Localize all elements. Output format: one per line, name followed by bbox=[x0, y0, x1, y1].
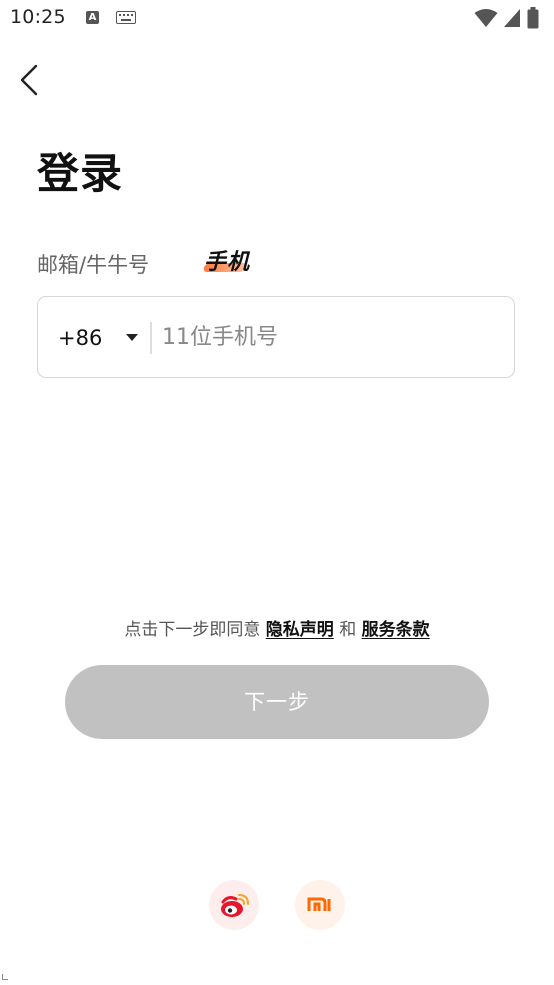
keyboard-icon bbox=[116, 11, 136, 24]
xiaomi-login-button[interactable] bbox=[295, 880, 345, 930]
status-time: 10:25 bbox=[10, 6, 66, 28]
tab-phone-label: 手机 bbox=[204, 250, 251, 275]
terms-link[interactable]: 服务条款 bbox=[362, 620, 430, 640]
xiaomi-icon bbox=[307, 897, 331, 911]
phone-input-box: +86 bbox=[37, 296, 515, 378]
weibo-icon bbox=[221, 894, 249, 917]
next-button[interactable]: 下一步 bbox=[65, 665, 489, 739]
page-title: 登录 bbox=[37, 149, 124, 198]
caret-down-icon[interactable] bbox=[126, 334, 138, 341]
a-letter-icon: A bbox=[86, 11, 99, 24]
privacy-link[interactable]: 隐私声明 bbox=[266, 620, 334, 640]
battery-icon bbox=[527, 7, 539, 29]
agreement-prefix: 点击下一步即同意 bbox=[124, 620, 261, 640]
status-bar: 10:25 A bbox=[0, 0, 554, 38]
back-button[interactable] bbox=[12, 60, 48, 100]
wifi-icon bbox=[474, 9, 498, 27]
weibo-login-button[interactable] bbox=[209, 880, 259, 930]
corner-mark bbox=[2, 974, 8, 980]
tab-email[interactable]: 邮箱/牛牛号 bbox=[37, 249, 149, 279]
phone-number-input[interactable] bbox=[162, 315, 492, 359]
country-code-selector[interactable]: +86 bbox=[58, 297, 102, 379]
agreement-connector: 和 bbox=[339, 620, 357, 640]
cell-signal-icon bbox=[504, 9, 520, 27]
tab-phone[interactable]: 手机 bbox=[202, 244, 251, 276]
agreement-text: 点击下一步即同意 隐私声明 和 服务条款 bbox=[0, 615, 554, 640]
chevron-left-icon bbox=[20, 64, 38, 96]
input-divider bbox=[150, 322, 152, 354]
